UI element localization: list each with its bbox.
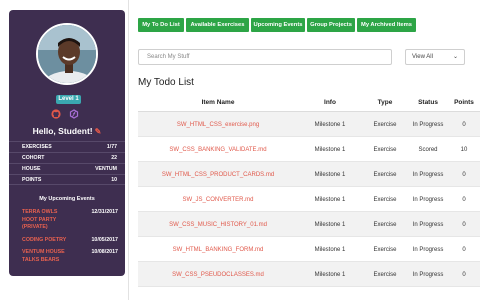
item-info: Milestone 1 (314, 246, 346, 253)
item-status: Scored (418, 146, 438, 153)
view-filter-select[interactable]: View All ⌄ (405, 49, 465, 65)
item-points: 10 (460, 146, 468, 153)
item-points: 0 (462, 121, 466, 128)
stat-label: HOUSE (22, 166, 41, 172)
events-list: TERRA OWLS HOOT PARTY (PRIVATE) 12/31/20… (22, 209, 118, 269)
item-status: In Progress (412, 171, 444, 178)
item-points: 0 (462, 271, 466, 278)
item-info: Milestone 1 (314, 171, 346, 178)
table-row: SW_CSS_PSEUDOCLASSES.md Milestone 1 Exer… (138, 262, 480, 287)
item-name-link[interactable]: SW_CSS_PSEUDOCLASSES.md (138, 262, 298, 287)
github-icon[interactable] (51, 109, 61, 119)
item-info: Milestone 1 (314, 271, 346, 278)
greeting-text: Hello, Student! (32, 126, 93, 136)
table-header: Item Name Info Type Status Points (138, 93, 480, 112)
stat-value: 1/77 (106, 144, 117, 150)
stat-label: EXERCISES (22, 144, 52, 150)
item-name-link[interactable]: SW_CSS_MUSIC_HISTORY_01.md (138, 212, 298, 237)
stat-label: POINTS (22, 176, 42, 183)
divider (128, 0, 129, 300)
tab-upcoming-events[interactable]: Upcoming Events (251, 18, 305, 32)
events-heading: My Upcoming Events (39, 196, 95, 202)
item-name-link[interactable]: SW_CSS_BANKING_VALIDATE.md (138, 137, 298, 162)
event-name[interactable]: VENTUM HOUSE TALKS BEARS (22, 249, 72, 264)
item-type: Exercise (373, 246, 397, 253)
item-type: Exercise (373, 121, 397, 128)
item-type: Exercise (373, 171, 397, 178)
item-name-link[interactable]: SW_HTML_CSS_PRODUCT_CARDS.md (138, 162, 298, 187)
table-row: SW_HTML_CSS_exercise.png Milestone 1 Exe… (138, 112, 480, 137)
edit-pencil-icon[interactable]: ✎ (95, 127, 102, 136)
avatar (36, 23, 98, 85)
item-info: Milestone 1 (314, 221, 346, 228)
item-name-link[interactable]: SW_HTML_BANKING_FORM.md (138, 237, 298, 262)
table-row: SW_HTML_BANKING_FORM.md Milestone 1 Exer… (138, 237, 480, 262)
table-row: SW_JS_CONVERTER.md Milestone 1 Exercise … (138, 187, 480, 212)
tab-archived-items[interactable]: My Archived Items (357, 18, 416, 32)
event-item[interactable]: TERRA OWLS HOOT PARTY (PRIVATE) 12/31/20… (22, 209, 118, 232)
heroku-icon[interactable] (69, 109, 79, 119)
header-info: Info (324, 99, 336, 106)
item-points: 0 (462, 221, 466, 228)
stat-value: 22 (111, 155, 117, 161)
avatar-image (38, 25, 96, 83)
item-name-link[interactable]: SW_JS_CONVERTER.md (138, 187, 298, 212)
item-status: In Progress (412, 196, 444, 203)
level-badge: Level 1 (56, 95, 81, 104)
table-row: SW_CSS_MUSIC_HISTORY_01.md Milestone 1 E… (138, 212, 480, 237)
stat-cohort: COHORT 22 (9, 152, 125, 163)
item-info: Milestone 1 (314, 196, 346, 203)
header-type: Type (377, 99, 393, 106)
header-item-name: Item Name (201, 99, 235, 106)
event-date: 12/31/2017 (91, 209, 118, 215)
item-type: Exercise (373, 146, 397, 153)
social-links (9, 109, 125, 121)
item-name-link[interactable]: SW_HTML_CSS_exercise.png (138, 112, 298, 137)
stat-exercises: EXERCISES 1/77 (9, 141, 125, 152)
stat-label: COHORT (22, 155, 45, 161)
event-item[interactable]: VENTUM HOUSE TALKS BEARS 10/08/2017 (22, 249, 118, 264)
page-title: My Todo List (138, 77, 194, 88)
event-item[interactable]: CODING POETRY 10/05/2017 (22, 237, 118, 245)
item-type: Exercise (373, 196, 397, 203)
stat-points: POINTS 10 (9, 174, 125, 185)
header-status: Status (418, 99, 438, 106)
event-name[interactable]: TERRA OWLS HOOT PARTY (PRIVATE) (22, 209, 72, 232)
table-row: SW_HTML_CSS_PRODUCT_CARDS.md Milestone 1… (138, 162, 480, 187)
event-date: 10/05/2017 (91, 236, 118, 243)
item-points: 0 (462, 196, 466, 203)
event-name[interactable]: CODING POETRY (22, 237, 72, 245)
stats-list: EXERCISES 1/77 COHORT 22 HOUSE VENTUM PO… (9, 141, 125, 185)
profile-sidebar: Level 1 Hello, Student! ✎ EXERCISES 1/77 … (9, 10, 125, 276)
item-info: Milestone 1 (314, 121, 346, 128)
event-date: 10/08/2017 (91, 249, 118, 255)
header-points: Points (454, 99, 474, 106)
chevron-down-icon: ⌄ (452, 54, 458, 60)
item-status: In Progress (412, 121, 444, 128)
tab-group-projects[interactable]: Group Projects (307, 18, 355, 32)
item-points: 0 (462, 171, 466, 178)
item-info: Milestone 1 (314, 146, 346, 153)
item-type: Exercise (373, 221, 397, 228)
stat-value: VENTUM (95, 166, 117, 172)
stat-value: 10 (111, 176, 117, 183)
item-status: In Progress (412, 221, 444, 228)
todo-table: Item Name Info Type Status Points SW_HTM… (138, 93, 480, 287)
item-type: Exercise (373, 271, 397, 278)
item-points: 0 (462, 246, 466, 253)
search-input[interactable]: Search My Stuff (138, 49, 392, 65)
greeting: Hello, Student! ✎ (9, 126, 125, 136)
stat-house: HOUSE VENTUM (9, 163, 125, 174)
table-row: SW_CSS_BANKING_VALIDATE.md Milestone 1 E… (138, 137, 480, 162)
item-status: In Progress (412, 271, 444, 278)
tab-todo-list[interactable]: My To Do List (138, 18, 184, 32)
item-status: In Progress (412, 246, 444, 253)
view-filter-value: View All (412, 54, 433, 60)
tab-available-exercises[interactable]: Available Exercises (186, 18, 249, 32)
